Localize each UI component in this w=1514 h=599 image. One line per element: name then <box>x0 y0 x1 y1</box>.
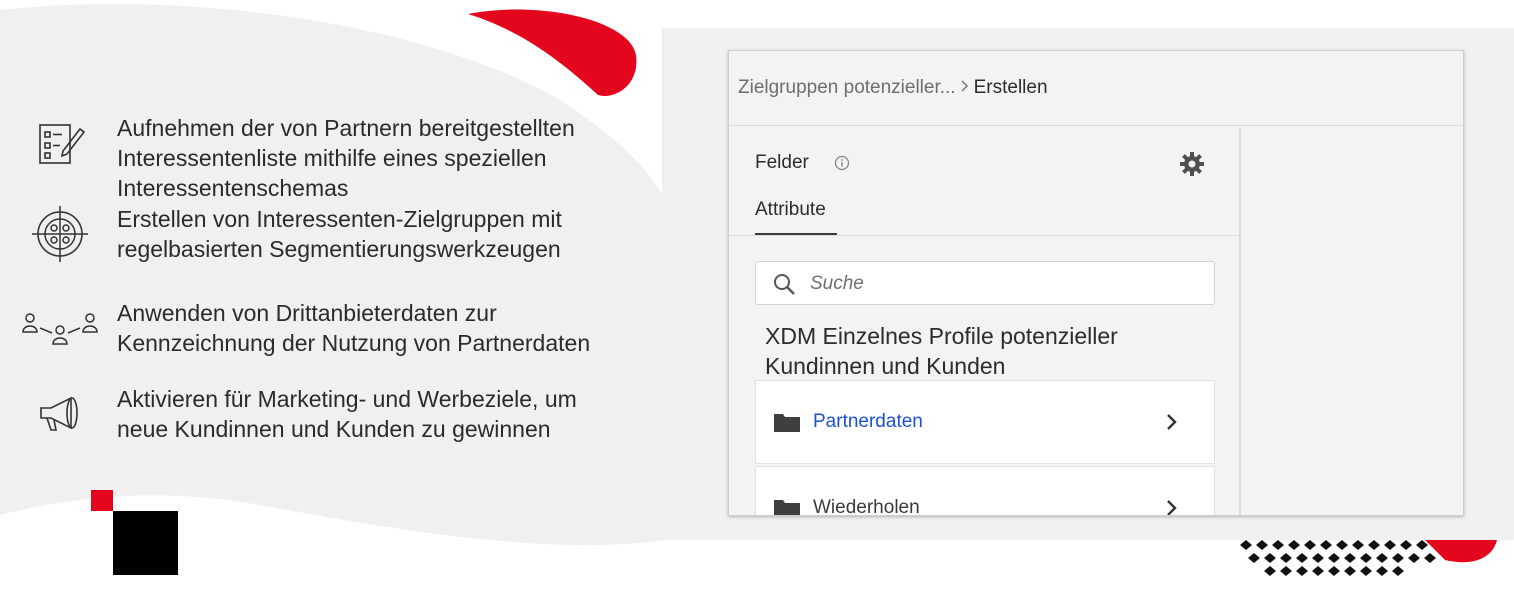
feature-item-audiences: Erstellen von Interessenten-Zielgruppen … <box>20 204 617 264</box>
chevron-right-icon[interactable] <box>1166 499 1178 515</box>
feature-text: Aktivieren für Marketing- und Werbeziele… <box>117 386 577 442</box>
gear-icon[interactable] <box>1179 151 1205 182</box>
megaphone-icon <box>20 384 100 444</box>
fields-title: Felder <box>755 152 809 173</box>
list-item-partnerdaten[interactable]: Partnerdaten <box>755 380 1215 464</box>
list-item-label: Partnerdaten <box>813 411 923 432</box>
folder-icon <box>774 412 800 437</box>
feature-item-ingest: Aufnehmen der von Partnern bereitgestell… <box>20 113 617 203</box>
breadcrumb-parent-link[interactable]: Zielgruppen potenzieller... <box>738 77 956 99</box>
segment-builder-panel: Zielgruppen potenzieller... Erstellen Fe… <box>728 50 1464 516</box>
feature-item-third-party: Anwenden von Drittanbieterdaten zur Kenn… <box>20 298 617 358</box>
fields-column: Felder Attribute Suche XDM Einzelnes Pro… <box>729 127 1241 515</box>
chevron-right-icon <box>961 79 969 97</box>
checklist-pencil-icon <box>20 113 100 173</box>
breadcrumb-current: Erstellen <box>973 77 1048 98</box>
search-field[interactable] <box>755 261 1215 305</box>
search-icon <box>772 272 796 301</box>
feature-text: Aufnehmen der von Partnern bereitgestell… <box>117 115 575 201</box>
breadcrumb: Zielgruppen potenzieller... Erstellen <box>729 51 1463 126</box>
canvas-area <box>1241 127 1463 515</box>
feature-text: Erstellen von Interessenten-Zielgruppen … <box>117 206 562 262</box>
list-item-wiederholen[interactable]: Wiederholen <box>755 466 1215 516</box>
folder-icon <box>774 498 800 515</box>
people-network-icon <box>20 298 100 358</box>
tab-divider <box>729 235 1239 236</box>
feature-item-activate: Aktivieren für Marketing- und Werbeziele… <box>20 384 617 444</box>
info-icon[interactable] <box>834 155 850 176</box>
list-item-label: Wiederholen <box>813 497 920 516</box>
feature-text: Anwenden von Drittanbieterdaten zur Kenn… <box>117 300 591 356</box>
schema-title: XDM Einzelnes Profile potenzieller Kundi… <box>765 323 1118 379</box>
target-audience-icon <box>20 204 100 264</box>
chevron-right-icon[interactable] <box>1166 413 1178 436</box>
search-input[interactable] <box>808 268 1202 300</box>
tab-attributes[interactable]: Attribute <box>755 199 826 221</box>
